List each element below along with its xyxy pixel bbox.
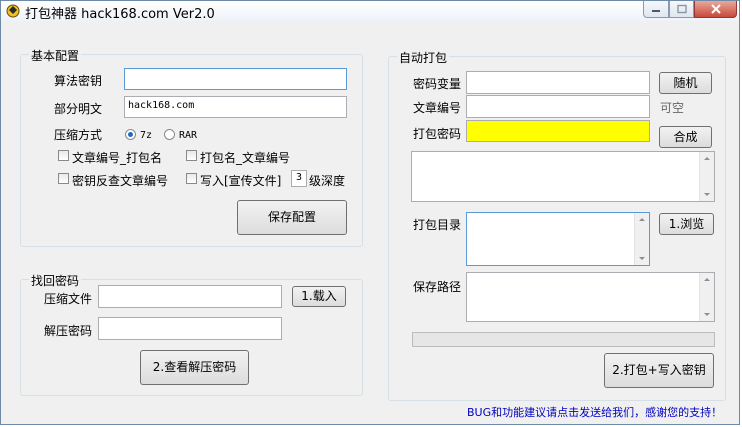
scroll-down-icon[interactable] <box>704 313 710 316</box>
scroll-up-icon[interactable] <box>704 157 710 160</box>
scroll-down-icon[interactable] <box>704 193 710 196</box>
window-title: 打包神器 hack168.com Ver2.0 <box>25 7 215 22</box>
article-no-label: 文章编号 <box>413 101 462 115</box>
partial-plaintext-input[interactable]: hack168.com <box>124 96 347 118</box>
browse-button-label: 1.浏览 <box>668 217 705 231</box>
depth-input[interactable]: 3 <box>291 170 307 187</box>
radio-rar-label: RAR <box>179 130 198 141</box>
title-bar[interactable]: 打包神器 hack168.com Ver2.0 <box>1 1 739 22</box>
pack-write-key-button-label: 2.打包+写入密钥 <box>612 363 706 377</box>
app-icon <box>6 4 20 18</box>
depth-suffix-label: 级深度 <box>309 174 346 188</box>
radio-7z[interactable] <box>125 129 136 140</box>
checkbox-article-no-pack-name[interactable] <box>58 150 69 161</box>
pack-password-input[interactable] <box>466 120 650 142</box>
close-icon <box>710 4 721 14</box>
load-button[interactable]: 1.载入 <box>292 286 346 307</box>
maximize-button[interactable] <box>669 1 694 18</box>
optional-hint: 可空 <box>660 101 685 115</box>
progress-bar <box>412 332 715 347</box>
archive-file-input[interactable] <box>98 285 282 308</box>
random-button-label: 随机 <box>673 76 698 90</box>
unzip-password-label: 解压密码 <box>44 324 93 338</box>
radio-7z-label: 7z <box>140 130 153 141</box>
scroll-up-icon[interactable] <box>639 218 645 221</box>
pack-write-key-button[interactable]: 2.打包+写入密钥 <box>604 353 714 388</box>
close-button[interactable] <box>694 1 737 18</box>
auto-pack-title: 自动打包 <box>397 49 450 66</box>
scroll-down-icon[interactable] <box>639 257 645 260</box>
result-textarea[interactable] <box>411 151 715 202</box>
checkbox-article-no-pack-name-label: 文章编号_打包名 <box>72 151 163 165</box>
checkbox-write-promo-file-label: 写入[宣传文件] <box>200 174 282 188</box>
feedback-link[interactable]: BUG和功能建议请点击发送给我们，感谢您的支持！ <box>467 404 722 420</box>
browse-button[interactable]: 1.浏览 <box>659 213 714 235</box>
scroll-up-icon[interactable] <box>704 278 710 281</box>
maximize-icon <box>676 4 687 14</box>
random-button[interactable]: 随机 <box>659 72 712 94</box>
secret-var-label: 密码变量 <box>413 77 462 91</box>
checkbox-key-reverse-lookup-label: 密钥反查文章编号 <box>72 174 169 188</box>
secret-var-input[interactable] <box>466 71 650 94</box>
pack-dir-label: 打包目录 <box>413 218 462 232</box>
checkbox-write-promo-file[interactable] <box>186 173 197 184</box>
save-path-label: 保存路径 <box>413 280 462 294</box>
partial-plaintext-label: 部分明文 <box>54 102 103 116</box>
load-button-label: 1.载入 <box>301 289 337 303</box>
save-path-scrollbar[interactable] <box>699 273 714 321</box>
save-path-textarea[interactable] <box>466 272 715 322</box>
pack-dir-scrollbar[interactable] <box>634 213 649 265</box>
algo-key-label: 算法密钥 <box>54 74 103 88</box>
archive-file-label: 压缩文件 <box>44 292 93 306</box>
save-config-button[interactable]: 保存配置 <box>237 200 347 235</box>
minimize-button[interactable] <box>643 1 669 18</box>
save-config-button-label: 保存配置 <box>267 210 316 224</box>
basic-config-title: 基本配置 <box>29 47 82 64</box>
algo-key-input[interactable] <box>124 68 347 90</box>
article-no-input[interactable] <box>466 95 650 118</box>
radio-rar[interactable] <box>164 129 175 140</box>
view-password-button[interactable]: 2.查看解压密码 <box>140 350 249 385</box>
recover-password-title: 找回密码 <box>29 272 82 289</box>
pack-dir-textarea[interactable] <box>466 212 650 266</box>
result-scrollbar[interactable] <box>699 152 714 201</box>
checkbox-pack-name-article-no[interactable] <box>186 150 197 161</box>
minimize-icon <box>652 10 660 12</box>
checkbox-pack-name-article-no-label: 打包名_文章编号 <box>200 151 291 165</box>
checkbox-key-reverse-lookup[interactable] <box>58 173 69 184</box>
pack-password-label: 打包密码 <box>413 127 462 141</box>
combine-button-label: 合成 <box>673 130 698 144</box>
combine-button[interactable]: 合成 <box>659 126 712 148</box>
app-window: 打包神器 hack168.com Ver2.0 基本配置 算法密钥 部分明文 h… <box>0 0 740 425</box>
compress-method-label: 压缩方式 <box>54 128 103 142</box>
view-password-button-label: 2.查看解压密码 <box>152 360 237 374</box>
unzip-password-input[interactable] <box>98 317 282 340</box>
